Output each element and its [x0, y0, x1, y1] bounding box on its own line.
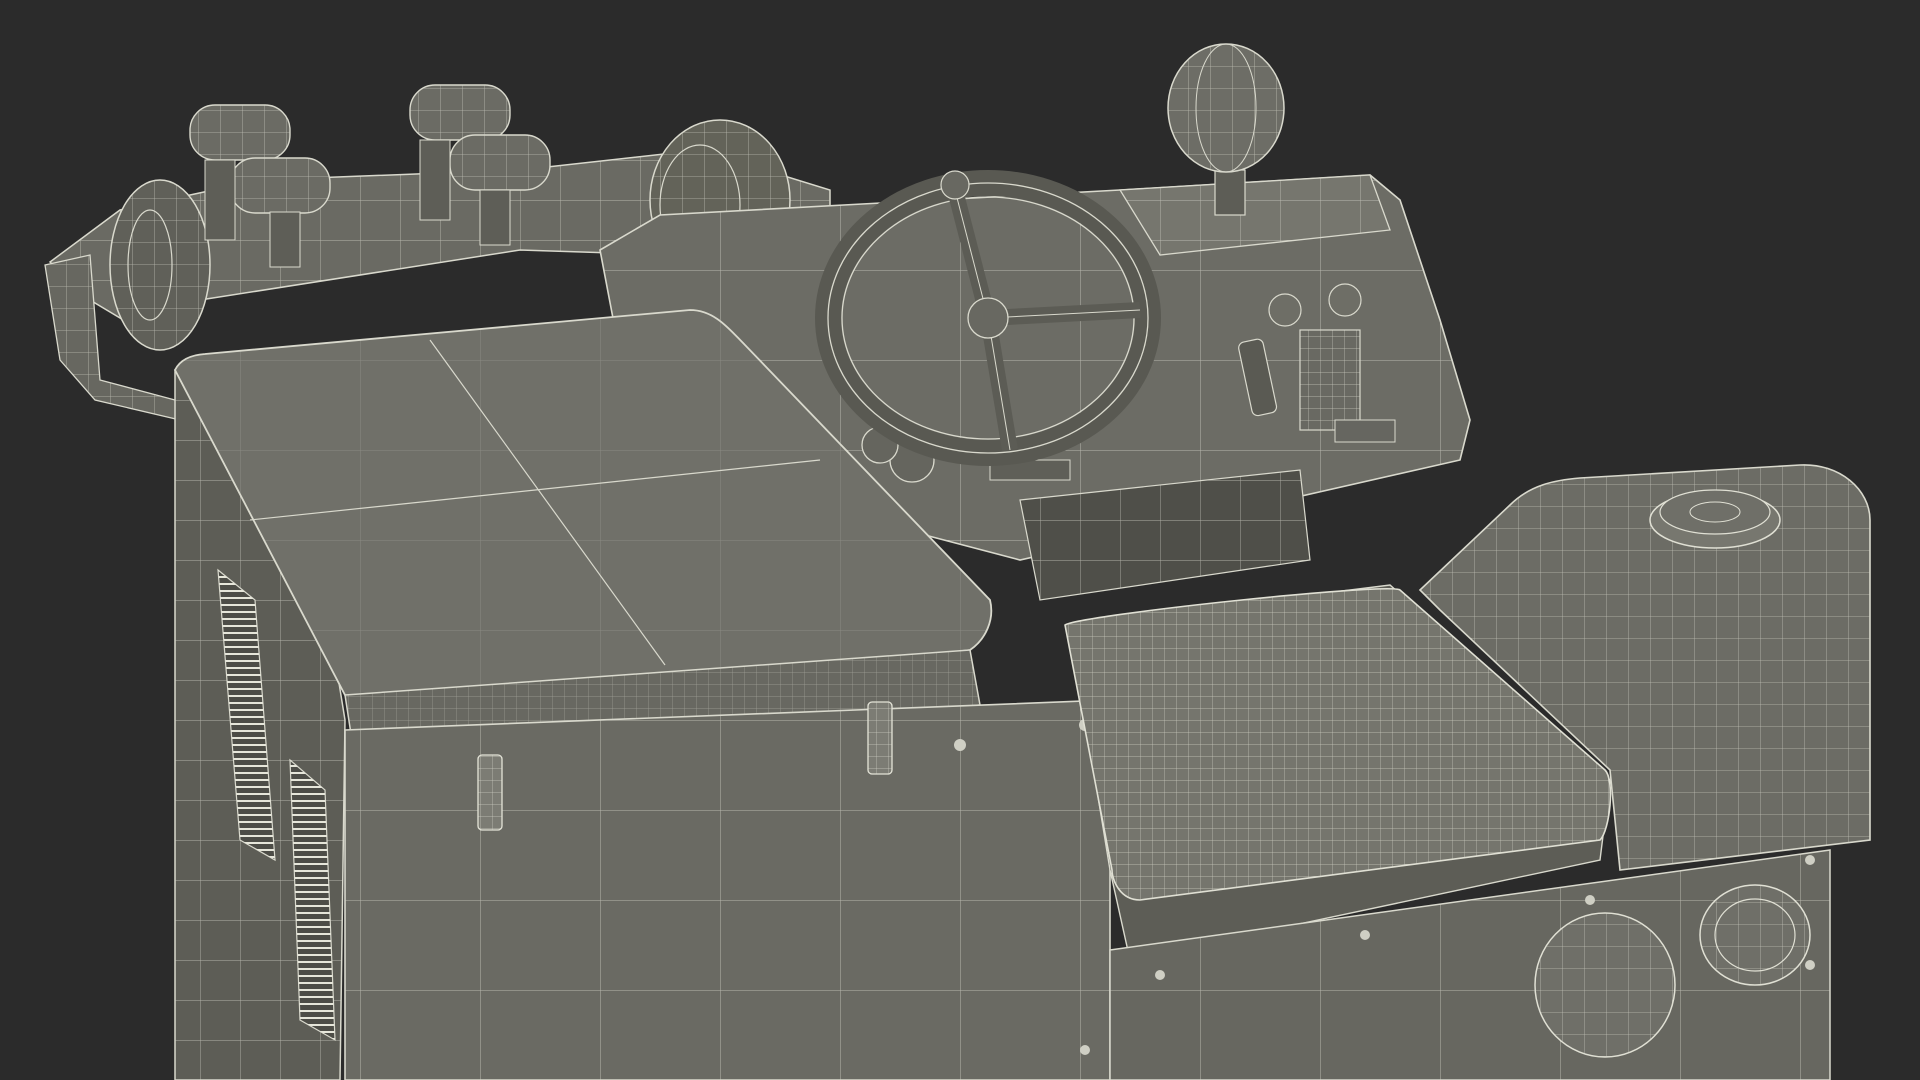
- hood-latch-right: [867, 701, 893, 775]
- seat-back-2: [409, 84, 511, 141]
- rear-left-wheel: [109, 179, 211, 351]
- seat-back-1: [189, 104, 291, 161]
- hood-latch-left: [477, 754, 503, 831]
- wireframe-vehicle-scene: [44, 43, 1871, 1080]
- seat-back-4: [449, 134, 551, 191]
- seat-back-3: [229, 157, 331, 214]
